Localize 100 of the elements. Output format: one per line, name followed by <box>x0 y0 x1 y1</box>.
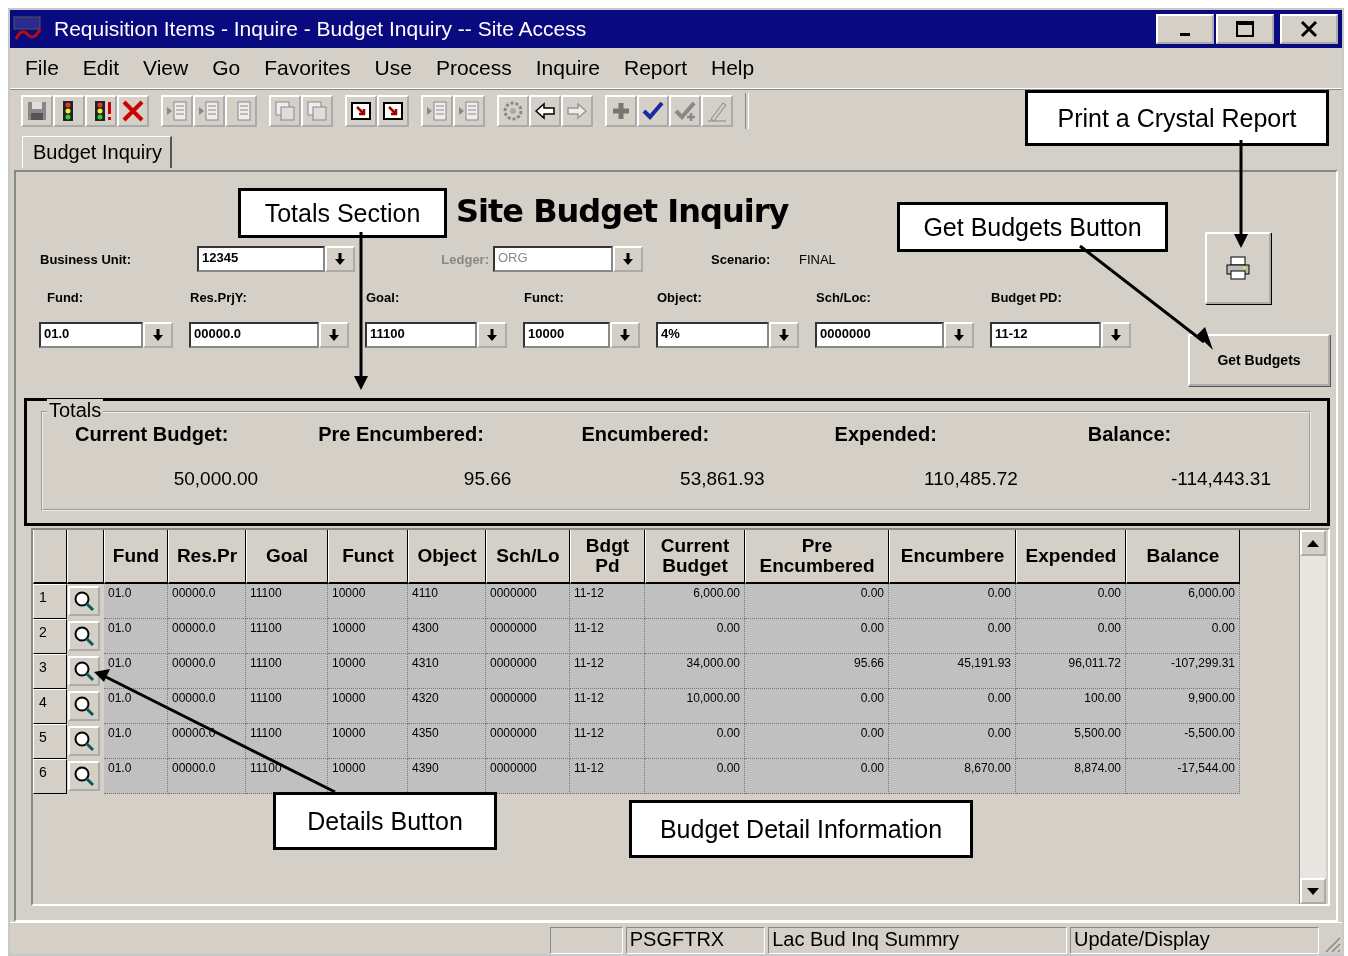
details-button[interactable] <box>68 726 100 756</box>
field-value: FINAL <box>799 251 836 267</box>
dropdown-button[interactable] <box>944 322 974 348</box>
checkmark-icon <box>673 99 697 123</box>
details-button[interactable] <box>68 691 100 721</box>
column-header[interactable]: Pre Encumbered <box>745 530 889 584</box>
field-label: Fund: <box>46 290 85 305</box>
menu-item[interactable]: Process <box>433 56 524 80</box>
field-label: Sch/Loc: <box>815 290 872 305</box>
table-cell: -5,500.00 <box>1126 724 1240 759</box>
row-number: 2 <box>33 619 67 654</box>
list-insert-icon <box>197 99 221 123</box>
field-label: Object: <box>656 290 703 305</box>
maximize-button[interactable] <box>1216 14 1274 44</box>
table-cell: 0.00 <box>645 619 745 654</box>
table-cell: 5,500.00 <box>1016 724 1126 759</box>
dropdown-button[interactable] <box>769 322 799 348</box>
dropdown-field[interactable]: 0000000 <box>815 322 944 348</box>
column-header[interactable]: Sch/Lo <box>486 530 570 584</box>
get-budgets-button[interactable]: Get Budgets <box>1188 334 1330 386</box>
menu-item[interactable]: Edit <box>80 56 132 80</box>
column-header[interactable]: Goal <box>246 530 328 584</box>
table-cell: 4110 <box>408 584 486 619</box>
toolbar-button[interactable] <box>345 95 377 127</box>
print-button[interactable] <box>1205 232 1271 304</box>
table-cell: 0.00 <box>889 619 1016 654</box>
menu-item[interactable]: File <box>23 56 71 80</box>
table-cell: 00000.0 <box>168 584 246 619</box>
column-header[interactable]: Encumbere <box>889 530 1016 584</box>
dropdown-button[interactable] <box>1101 322 1131 348</box>
table-cell: 0.00 <box>645 724 745 759</box>
toolbar-button[interactable] <box>637 95 669 127</box>
dropdown-field[interactable]: 01.0 <box>39 322 143 348</box>
field-label: Ledger: <box>440 251 490 267</box>
windows-icon <box>273 99 297 123</box>
tab[interactable]: Budget Inquiry <box>22 136 172 168</box>
table-cell: 0.00 <box>745 619 889 654</box>
column-header <box>33 530 67 584</box>
table-cell: 0.00 <box>745 584 889 619</box>
menu-item[interactable]: Help <box>709 56 767 80</box>
toolbar-button[interactable] <box>21 95 53 127</box>
scroll-down-button[interactable] <box>1300 878 1326 904</box>
dropdown-field[interactable]: 12345 <box>197 246 325 272</box>
dropdown-button[interactable] <box>610 322 640 348</box>
down-arrow-icon <box>620 329 630 341</box>
toolbar-button[interactable] <box>53 95 85 127</box>
dropdown-button[interactable] <box>325 246 355 272</box>
dropdown-field[interactable]: 4% <box>656 322 769 348</box>
table-cell: 0000000 <box>486 619 570 654</box>
table-cell: 11100 <box>246 654 328 689</box>
column-header[interactable]: Object <box>408 530 486 584</box>
dropdown-button[interactable] <box>477 322 507 348</box>
table-cell: 01.0 <box>104 759 168 794</box>
scroll-up-button[interactable] <box>1300 530 1326 556</box>
column-header[interactable]: Funct <box>328 530 408 584</box>
field-label: Res.PrjY: <box>189 290 248 305</box>
down-arrow-icon <box>623 253 633 265</box>
column-header[interactable]: Current Budget <box>645 530 745 584</box>
toolbar-button[interactable] <box>529 95 561 127</box>
menu-item[interactable]: Inquire <box>533 56 612 80</box>
menu-item[interactable]: View <box>141 56 201 80</box>
total-value: 95.66 <box>463 468 512 490</box>
menu-item[interactable]: Go <box>210 56 253 80</box>
callout-label: Totals Section <box>238 188 447 238</box>
total-label: Encumbered: <box>581 423 711 446</box>
dropdown-field[interactable]: 11-12 <box>990 322 1101 348</box>
column-header[interactable]: Expended <box>1016 530 1126 584</box>
toolbar-button[interactable] <box>85 95 117 127</box>
dropdown-button[interactable] <box>143 322 173 348</box>
menu-item[interactable]: Report <box>622 56 699 80</box>
toolbar-button[interactable] <box>377 95 409 127</box>
row-number: 1 <box>33 584 67 619</box>
table-cell: 01.0 <box>104 689 168 724</box>
total-label: Pre Encumbered: <box>318 423 485 446</box>
column-header[interactable]: Balance <box>1126 530 1240 584</box>
column-header[interactable]: Fund <box>104 530 168 584</box>
dropdown-button[interactable] <box>613 246 643 272</box>
details-button[interactable] <box>68 761 100 791</box>
table-cell: 0.00 <box>889 584 1016 619</box>
column-header[interactable]: Bdgt Pd <box>570 530 645 584</box>
field-label: Goal: <box>365 290 401 305</box>
down-arrow-icon <box>1111 329 1121 341</box>
minimize-icon <box>1180 32 1190 36</box>
details-button[interactable] <box>68 586 100 616</box>
close-button[interactable] <box>1280 14 1338 44</box>
dropdown-field[interactable]: 11100 <box>365 322 477 348</box>
details-button[interactable] <box>68 656 100 686</box>
table-cell: 10,000.00 <box>645 689 745 724</box>
search-icon <box>73 660 95 682</box>
menu-item[interactable]: Favorites <box>262 56 363 80</box>
details-button[interactable] <box>68 621 100 651</box>
vertical-scrollbar[interactable] <box>1299 530 1326 904</box>
menu-item[interactable]: Use <box>372 56 424 80</box>
table-cell: 00000.0 <box>168 619 246 654</box>
dropdown-field[interactable]: 10000 <box>523 322 610 348</box>
dropdown-field[interactable]: 00000.0 <box>189 322 319 348</box>
maximize-icon <box>1236 21 1254 37</box>
table-cell: 0.00 <box>1126 619 1240 654</box>
column-header[interactable]: Res.Pr <box>168 530 246 584</box>
dropdown-button[interactable] <box>319 322 349 348</box>
